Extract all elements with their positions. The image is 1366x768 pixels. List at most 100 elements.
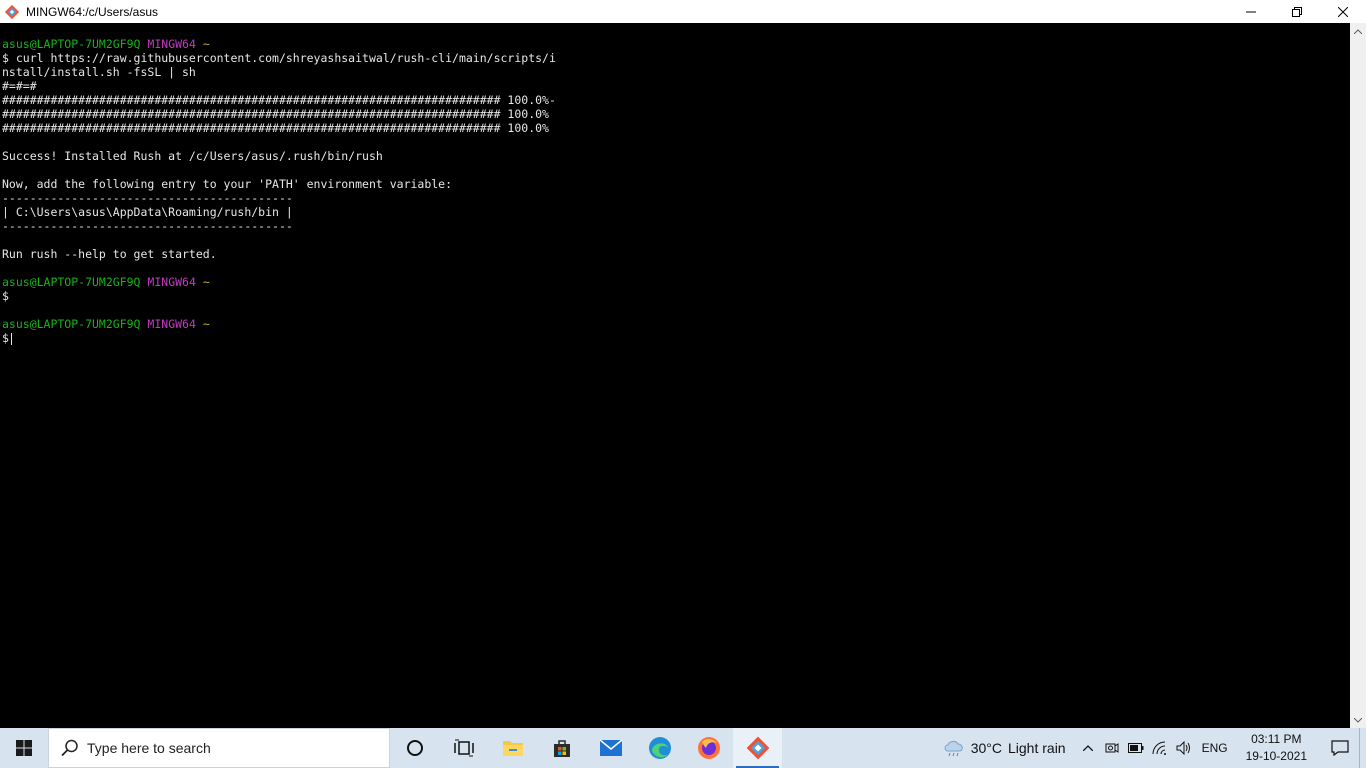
battery-icon xyxy=(1127,743,1144,753)
taskbar-search-box[interactable]: Type here to search xyxy=(48,728,390,768)
task-view-button[interactable] xyxy=(439,728,488,768)
terminal-text: ########################################… xyxy=(2,93,556,107)
vertical-scrollbar[interactable] xyxy=(1350,23,1366,728)
terminal-line: Now, add the following entry to your 'PA… xyxy=(2,177,556,191)
terminal-text: #=#=# xyxy=(2,79,37,93)
search-icon xyxy=(61,739,79,757)
task-view-icon xyxy=(453,739,474,757)
prompt-path: ~ xyxy=(202,37,210,51)
edge-button[interactable] xyxy=(635,728,684,768)
scroll-up-button[interactable] xyxy=(1350,23,1366,39)
clock[interactable]: 03:11 PM 19-10-2021 xyxy=(1246,731,1307,765)
chevron-up-icon xyxy=(1354,28,1362,34)
terminal-lines: asus@LAPTOP-7UM2GF9Q MINGW64 ~ $ curl htt… xyxy=(2,37,556,345)
terminal-text: nstall/install.sh -fsSL | sh xyxy=(2,65,196,79)
terminal-line: nstall/install.sh -fsSL | sh xyxy=(2,65,556,79)
terminal-output[interactable]: asus@LAPTOP-7UM2GF9Q MINGW64 ~ $ curl htt… xyxy=(0,23,1350,728)
terminal-line: ########################################… xyxy=(2,93,556,107)
clock-date: 19-10-2021 xyxy=(1245,749,1307,763)
close-button[interactable] xyxy=(1320,0,1366,23)
minimize-icon xyxy=(1246,11,1256,12)
scroll-down-button[interactable] xyxy=(1350,712,1366,728)
git-bash-app-icon[interactable] xyxy=(4,4,20,20)
terminal-text: Run rush --help to get started. xyxy=(2,247,217,261)
terminal-text: $ curl https://raw.githubusercontent.com… xyxy=(2,51,556,65)
cortana-button[interactable] xyxy=(390,728,439,768)
weather-widget[interactable]: 30°C Light rain xyxy=(943,739,1066,757)
terminal-text: ----------------------------------------… xyxy=(2,219,293,233)
terminal-text: $ xyxy=(2,331,9,345)
terminal-text: Success! Installed Rush at /c/Users/asus… xyxy=(2,149,383,163)
prompt-path: ~ xyxy=(202,275,210,289)
terminal-text: ########################################… xyxy=(2,107,549,121)
weather-temp: 30°C xyxy=(970,740,1002,756)
prompt-sys: MINGW64 xyxy=(147,317,196,331)
camera-icon xyxy=(1105,743,1119,753)
mail-icon xyxy=(599,739,622,756)
terminal-line: #=#=# xyxy=(2,79,556,93)
window-titlebar[interactable]: MINGW64:/c/Users/asus xyxy=(0,0,1366,24)
camera-tray-button[interactable] xyxy=(1100,728,1124,768)
language-indicator[interactable]: ENG xyxy=(1202,741,1228,755)
terminal-line: asus@LAPTOP-7UM2GF9Q MINGW64 ~ xyxy=(2,275,556,289)
terminal-line: $ curl https://raw.githubusercontent.com… xyxy=(2,51,556,65)
mail-button[interactable] xyxy=(586,728,635,768)
terminal-line: ########################################… xyxy=(2,107,556,121)
microsoft-store-button[interactable] xyxy=(537,728,586,768)
battery-tray-button[interactable] xyxy=(1124,728,1148,768)
git-bash-taskbar-button[interactable] xyxy=(733,728,782,768)
show-desktop-button[interactable] xyxy=(1359,728,1366,768)
terminal-line: | C:\Users\asus\AppData\Roaming/rush/bin… xyxy=(2,205,556,219)
prompt-sys: MINGW64 xyxy=(147,275,196,289)
terminal-line: Run rush --help to get started. xyxy=(2,247,556,261)
file-explorer-icon xyxy=(502,741,523,756)
notification-icon xyxy=(1331,740,1349,756)
restore-icon xyxy=(1292,6,1302,17)
wifi-tray-button[interactable] xyxy=(1148,728,1172,768)
volume-icon xyxy=(1176,741,1190,755)
chevron-down-icon xyxy=(1354,717,1362,723)
window-title: MINGW64:/c/Users/asus xyxy=(26,4,159,19)
volume-tray-button[interactable] xyxy=(1172,728,1196,768)
close-icon xyxy=(1338,6,1348,17)
prompt-user: asus@LAPTOP-7UM2GF9Q xyxy=(2,275,141,289)
taskbar: Type here to search 30°C Light rain ENG … xyxy=(0,728,1366,768)
minimize-button[interactable] xyxy=(1228,0,1274,23)
terminal-line: ----------------------------------------… xyxy=(2,219,556,233)
prompt-sys: MINGW64 xyxy=(147,37,196,51)
prompt-path: ~ xyxy=(202,317,210,331)
cloud-rain-icon xyxy=(944,741,963,757)
terminal-line: Success! Installed Rush at /c/Users/asus… xyxy=(2,149,556,163)
terminal-text: Now, add the following entry to your 'PA… xyxy=(2,177,453,191)
search-placeholder: Type here to search xyxy=(87,740,211,756)
firefox-button[interactable] xyxy=(684,728,733,768)
show-hidden-icons-button[interactable] xyxy=(1076,728,1100,768)
prompt-user: asus@LAPTOP-7UM2GF9Q xyxy=(2,37,141,51)
firefox-icon xyxy=(697,737,720,759)
chevron-up-icon xyxy=(1082,745,1093,751)
cortana-icon xyxy=(406,740,423,756)
file-explorer-button[interactable] xyxy=(488,728,537,768)
system-tray: 30°C Light rain ENG 03:11 PM 19-10-2021 xyxy=(943,728,1366,768)
terminal-text: $ xyxy=(2,289,9,303)
windows-logo-icon xyxy=(16,740,32,756)
terminal-text: ----------------------------------------… xyxy=(2,191,293,205)
start-button[interactable] xyxy=(0,728,48,768)
terminal-line: ----------------------------------------… xyxy=(2,191,556,205)
terminal-line: $ xyxy=(2,331,556,345)
terminal-line: ########################################… xyxy=(2,121,556,135)
microsoft-store-icon xyxy=(553,740,570,757)
git-bash-icon xyxy=(746,736,769,760)
terminal-text: | C:\Users\asus\AppData\Roaming/rush/bin… xyxy=(2,205,293,219)
action-center-button[interactable] xyxy=(1321,728,1359,768)
prompt-user: asus@LAPTOP-7UM2GF9Q xyxy=(2,317,141,331)
restore-button[interactable] xyxy=(1274,0,1320,23)
text-cursor xyxy=(10,332,12,345)
